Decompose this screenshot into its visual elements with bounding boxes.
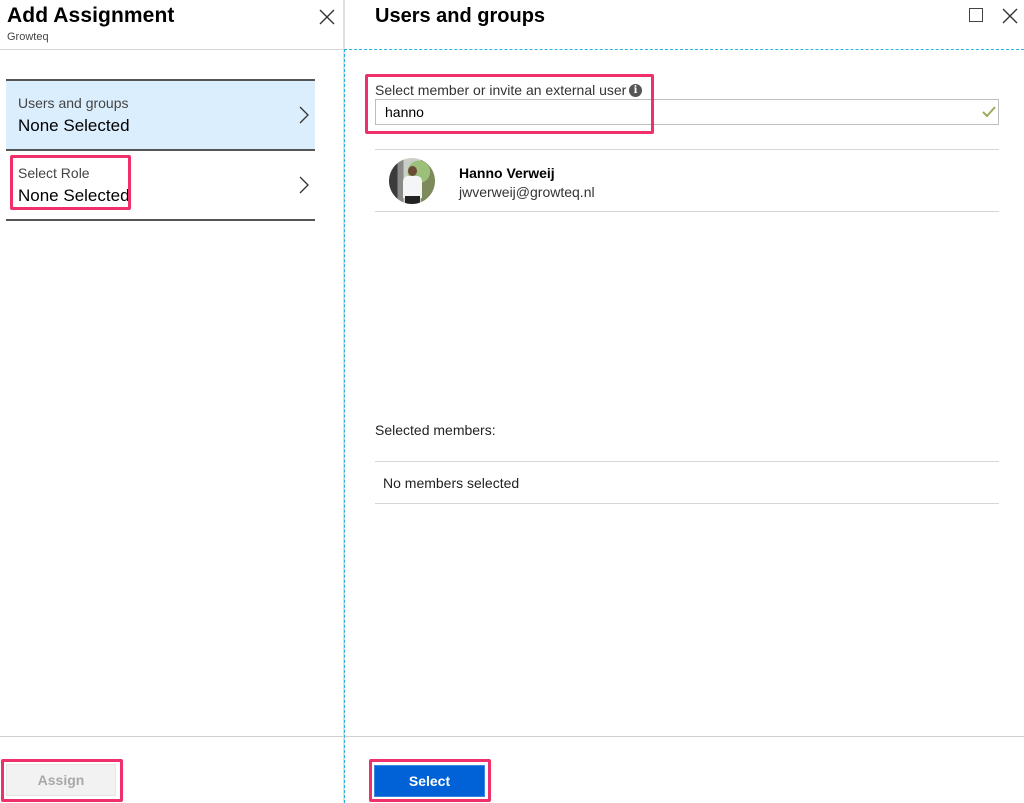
footer-divider [345, 736, 1024, 737]
highlight-box [10, 155, 131, 210]
close-icon[interactable] [1001, 7, 1019, 25]
highlight-box [369, 759, 491, 802]
search-result-item[interactable]: Hanno Verweij jwverweij@growteq.nl [375, 151, 999, 211]
footer-divider [0, 736, 343, 737]
nav-item-label: Users and groups [18, 95, 129, 111]
close-icon[interactable] [318, 8, 336, 26]
blade-subtitle: Growteq [7, 31, 49, 43]
focus-outline [344, 49, 1024, 50]
avatar [389, 158, 435, 204]
blade-title: Add Assignment [7, 4, 175, 27]
chevron-right-icon [299, 106, 309, 129]
user-email: jwverweij@growteq.nl [459, 184, 595, 200]
selected-members-label: Selected members: [375, 422, 496, 438]
divider [375, 149, 999, 150]
maximize-icon[interactable] [969, 8, 983, 22]
no-members-text: No members selected [383, 475, 520, 491]
divider [375, 211, 999, 212]
divider [375, 503, 999, 504]
header-divider [0, 49, 343, 50]
highlight-box [1, 759, 123, 802]
nav-item-value: None Selected [18, 116, 130, 135]
user-name: Hanno Verweij [459, 165, 555, 181]
divider [6, 219, 315, 221]
divider [375, 461, 999, 462]
chevron-right-icon [299, 176, 309, 199]
focus-outline [344, 49, 345, 803]
checkmark-icon [982, 104, 996, 122]
highlight-box [365, 74, 654, 134]
blade-title: Users and groups [375, 5, 546, 27]
nav-item-users-and-groups[interactable]: Users and groups None Selected [6, 81, 315, 150]
add-assignment-blade: Add Assignment Growteq Users and groups … [0, 0, 343, 803]
